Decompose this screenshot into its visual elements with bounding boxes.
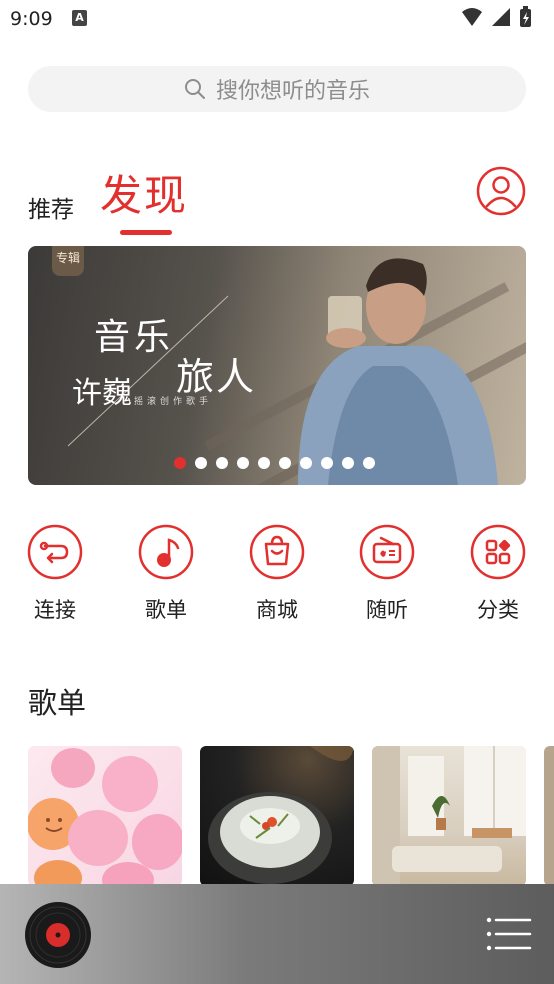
quick-label-connect: 连接 — [34, 598, 76, 622]
playlist-cover-room — [372, 746, 526, 886]
playlist-card[interactable] — [28, 746, 182, 886]
playlist-cover-balloons — [28, 748, 182, 886]
notification-a-icon: A — [72, 10, 87, 26]
banner-dot[interactable] — [216, 457, 228, 469]
banner-tag: 专辑 — [52, 246, 84, 276]
search-icon — [184, 79, 205, 99]
mini-player — [0, 884, 554, 984]
playlist-row — [0, 746, 554, 886]
section-title-playlists: 歌单 — [28, 686, 87, 720]
tab-recommend[interactable]: 推荐 — [28, 190, 74, 224]
quick-item-radio[interactable]: 随听 — [347, 524, 427, 624]
status-bar: 9:09 A — [0, 0, 554, 38]
banner-artist: 许巍 — [72, 376, 132, 411]
user-icon[interactable] — [476, 166, 526, 216]
shopping-bag-icon — [249, 524, 305, 580]
vinyl-record-icon[interactable] — [24, 901, 92, 969]
quick-item-category[interactable]: 分类 — [458, 524, 538, 624]
banner-dot[interactable] — [300, 457, 312, 469]
quick-nav: 连接 歌单 商城 随听 分类 — [0, 524, 554, 630]
search-bar[interactable]: 搜你想听的音乐 — [28, 66, 526, 112]
status-time: 9:09 — [10, 8, 53, 30]
tab-active-indicator — [120, 230, 172, 235]
tab-discover[interactable]: 发现 — [100, 162, 188, 223]
playlist-card[interactable] — [372, 746, 526, 886]
banner-pagination — [174, 457, 375, 469]
banner-dot[interactable] — [174, 457, 186, 469]
banner-dot[interactable] — [258, 457, 270, 469]
banner-dot[interactable] — [237, 457, 249, 469]
music-note-icon — [138, 524, 194, 580]
quick-label-category: 分类 — [477, 598, 519, 622]
search-placeholder: 搜你想听的音乐 — [215, 79, 370, 104]
banner-dot[interactable] — [321, 457, 333, 469]
banner-dot[interactable] — [342, 457, 354, 469]
playlist-card[interactable] — [200, 746, 354, 886]
status-right-icons — [462, 6, 531, 27]
banner-subtitle: 摇滚创作歌手 — [134, 397, 213, 407]
quick-label-radio: 随听 — [366, 598, 408, 622]
banner-carousel[interactable]: 专辑 音乐 旅人 许巍 摇滚创作歌手 — [28, 246, 526, 485]
banner-dot[interactable] — [195, 457, 207, 469]
radio-icon — [359, 524, 415, 580]
category-grid-icon — [470, 524, 526, 580]
connect-icon — [27, 524, 83, 580]
quick-item-playlist[interactable]: 歌单 — [126, 524, 206, 624]
quick-item-connect[interactable]: 连接 — [15, 524, 95, 624]
banner-title-line2: 旅人 — [176, 355, 257, 399]
quick-item-mall[interactable]: 商城 — [237, 524, 317, 624]
playlist-card[interactable] — [544, 746, 554, 886]
playlist-menu-icon[interactable] — [486, 916, 532, 952]
signal-icon — [492, 8, 510, 26]
playlist-cover-food — [208, 746, 354, 884]
banner-title-line1: 音乐 — [94, 317, 175, 358]
banner-artwork — [67, 258, 526, 485]
quick-label-playlist: 歌单 — [145, 598, 187, 622]
wifi-icon — [462, 8, 482, 26]
quick-label-mall: 商城 — [256, 598, 298, 622]
banner-dot[interactable] — [279, 457, 291, 469]
banner-dot[interactable] — [363, 457, 375, 469]
